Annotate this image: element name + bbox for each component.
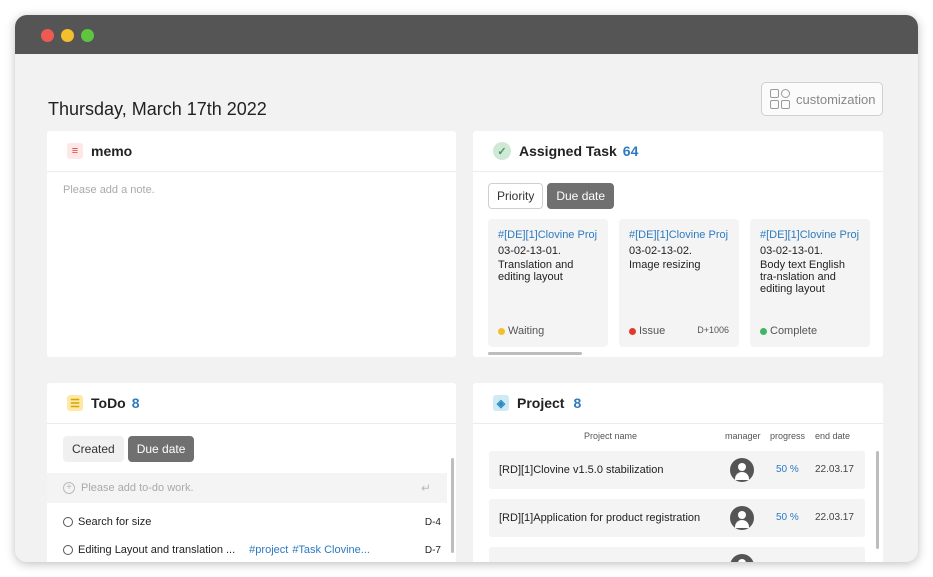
project-row[interactable] [489, 547, 865, 562]
project-header: ◈ Project 8 [473, 383, 883, 424]
project-row[interactable]: [RD][1]Application for product registrat… [489, 499, 865, 537]
task-project-link[interactable]: #[DE][1]Clovine Proj.. [498, 229, 598, 241]
memo-widget: ≡ memo Please add a note. [47, 131, 456, 357]
minimize-window-button[interactable] [61, 29, 74, 42]
todo-checkbox[interactable] [63, 545, 73, 555]
project-widget: ◈ Project 8 Project name manager progres… [473, 383, 883, 562]
assigned-task-title: Assigned Task [519, 143, 617, 159]
todo-title: ToDo [91, 395, 126, 411]
todo-item[interactable]: Search for size D-4 [63, 513, 441, 531]
title-bar [15, 15, 918, 54]
checklist-icon: ☰ [67, 395, 83, 411]
todo-add-input[interactable]: + Please add to-do work. ↵ [47, 473, 447, 503]
layers-icon: ◈ [493, 395, 509, 411]
memo-icon: ≡ [67, 143, 83, 159]
memo-header: ≡ memo [47, 131, 456, 172]
task-status: Complete [760, 325, 817, 337]
assigned-task-count: 64 [622, 143, 639, 159]
task-dday: D+1006 [697, 325, 729, 335]
project-name: [RD][1]Clovine v1.5.0 stabilization [499, 464, 664, 476]
dashboard: Thursday, March 17th 2022 customization … [15, 54, 918, 562]
todo-widget: ☰ ToDo 8 Created Due date + Please add t… [47, 383, 456, 562]
memo-title: memo [91, 143, 133, 159]
customization-icon [770, 89, 790, 109]
project-progress: 50 % [776, 464, 799, 475]
todo-scrollbar[interactable] [451, 458, 454, 553]
todo-header: ☰ ToDo 8 [47, 383, 456, 424]
task-card[interactable]: #[DE][1]Clovine Proj.. 03-02-13-02. Imag… [619, 219, 739, 347]
task-status-label: Complete [770, 325, 818, 337]
task-project-link[interactable]: #[DE][1]Clovine Proj.. [760, 229, 860, 241]
task-card[interactable]: #[DE][1]Clovine Proj.. 03-02-13-01. Body… [750, 219, 870, 347]
project-title: Project [517, 395, 565, 411]
customization-button[interactable]: customization [761, 82, 883, 116]
assigned-task-header: ✓ Assigned Task 64 [473, 131, 883, 172]
project-end-date: 22.03.17 [815, 512, 854, 523]
customization-label: customization [796, 91, 876, 107]
task-status-label: Waiting [508, 325, 545, 337]
task-title: Body text English tra-nslation and editi… [760, 259, 845, 295]
task-status-label: Issue [639, 325, 666, 337]
task-status: Waiting [498, 325, 544, 337]
project-row[interactable]: [RD][1]Clovine v1.5.0 stabilization 50 %… [489, 451, 865, 489]
sort-due-date-button[interactable]: Due date [547, 183, 615, 209]
check-circle-icon: ✓ [493, 142, 511, 160]
task-code: 03-02-13-02. [629, 245, 692, 257]
todo-count: 8 [131, 395, 140, 411]
project-end-date: 22.03.17 [815, 464, 854, 475]
sort-due-date-button[interactable]: Due date [127, 436, 195, 462]
enter-icon[interactable]: ↵ [421, 481, 431, 495]
column-progress: progress [770, 431, 806, 441]
status-dot-icon [498, 327, 505, 335]
todo-sort-tabs: Created Due date [63, 436, 195, 462]
status-dot-icon [760, 327, 767, 335]
todo-item-label: Search for size [78, 516, 152, 528]
project-scrollbar[interactable] [876, 451, 879, 549]
column-end-date: end date [815, 431, 851, 441]
project-count: 8 [573, 395, 582, 411]
manager-avatar [730, 506, 754, 530]
maximize-window-button[interactable] [81, 29, 94, 42]
task-card-list: #[DE][1]Clovine Proj.. 03-02-13-01. Tran… [488, 219, 870, 347]
status-dot-icon [629, 327, 636, 335]
todo-item-label: Editing Layout and translation ... [78, 544, 236, 556]
column-manager: manager [725, 431, 761, 441]
todo-item[interactable]: Editing Layout and translation ... #proj… [63, 541, 441, 559]
todo-tag[interactable]: #project [249, 544, 288, 556]
manager-avatar [730, 458, 754, 482]
project-progress: 50 % [776, 512, 799, 523]
sort-priority-button[interactable]: Priority [488, 183, 544, 209]
task-title: Translation and editing layout [498, 259, 574, 283]
assigned-task-widget: ✓ Assigned Task 64 Priority Due date #[D… [473, 131, 883, 357]
todo-add-placeholder: Please add to-do work. [81, 482, 194, 494]
app-window: Thursday, March 17th 2022 customization … [15, 15, 918, 562]
close-window-button[interactable] [41, 29, 54, 42]
task-title: Image resizing [629, 259, 701, 271]
manager-avatar [730, 554, 754, 562]
sort-created-button[interactable]: Created [63, 436, 124, 462]
task-code: 03-02-13-01. [498, 245, 561, 257]
todo-checkbox[interactable] [63, 517, 73, 527]
task-code: 03-02-13-01. [760, 245, 823, 257]
todo-dday: D-4 [424, 516, 441, 528]
plus-icon: + [63, 482, 75, 494]
assigned-task-sort-tabs: Priority Due date [488, 183, 615, 209]
task-status: Issue [629, 325, 665, 337]
task-card[interactable]: #[DE][1]Clovine Proj.. 03-02-13-01. Tran… [488, 219, 608, 347]
page-title: Thursday, March 17th 2022 [48, 99, 267, 119]
memo-input[interactable]: Please add a note. [47, 172, 456, 208]
column-project-name: Project name [584, 431, 638, 441]
todo-dday: D-7 [424, 544, 441, 556]
task-list-scrollbar[interactable] [488, 352, 582, 355]
project-name: [RD][1]Application for product registrat… [499, 512, 701, 524]
task-project-link[interactable]: #[DE][1]Clovine Proj.. [629, 229, 729, 241]
todo-tag[interactable]: #Task Clovine... [292, 544, 370, 556]
